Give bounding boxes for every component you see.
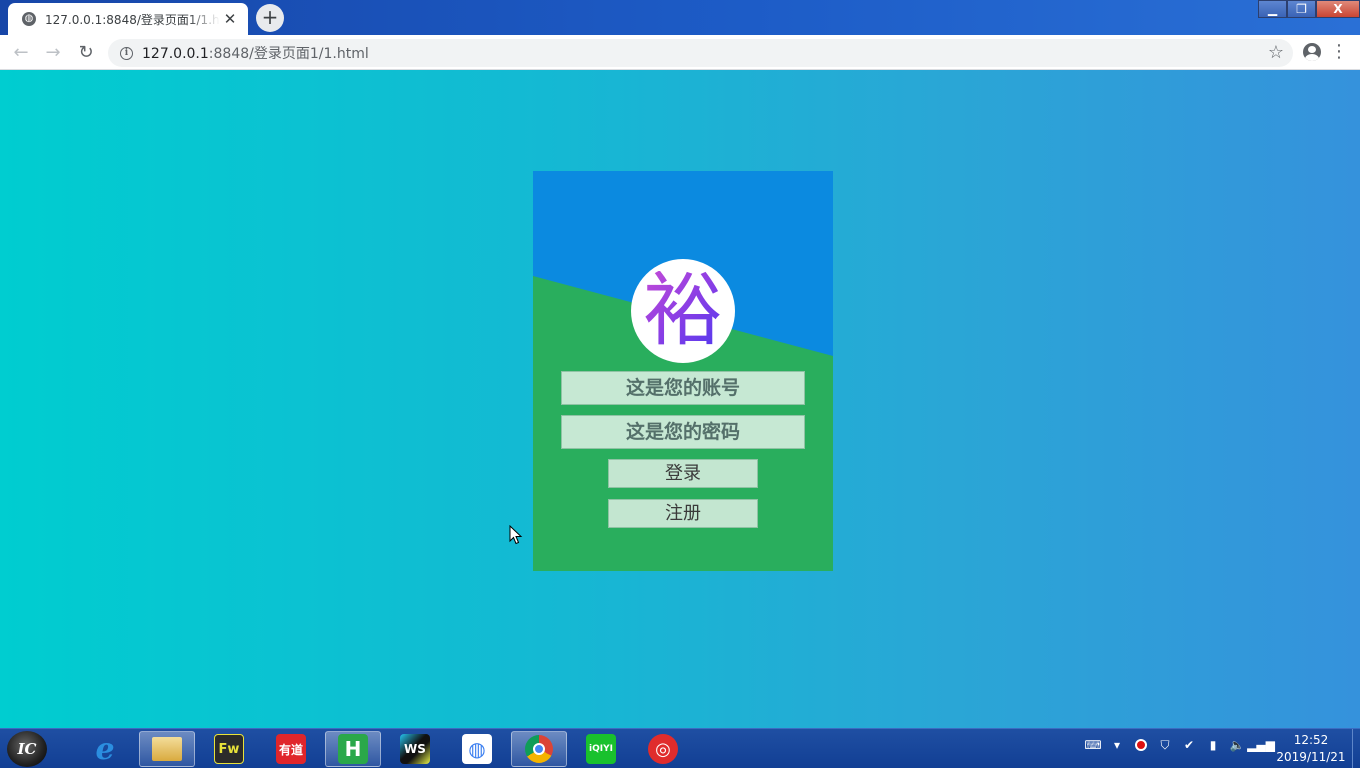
taskbar-app-youdao[interactable]: 有道: [263, 731, 319, 767]
youdao-icon: 有道: [276, 734, 306, 764]
tab-title: 127.0.0.1:8848/登录页面1/1.html: [45, 12, 220, 27]
login-card: 裕 这是您的账号 这是您的密码 登录 注册: [533, 171, 833, 571]
account-icon[interactable]: [1303, 43, 1321, 61]
browser-tab-strip: ◍ 127.0.0.1:8848/登录页面1/1.html ✕ + ▁ ❐ X: [0, 0, 1360, 35]
url-text[interactable]: 127.0.0.1:8848/登录页面1/1.html: [142, 43, 369, 63]
show-desktop-button[interactable]: [1352, 729, 1360, 768]
url-path: :8848/登录页面1/1.html: [208, 46, 369, 62]
avatar-character: 裕: [643, 264, 723, 357]
hbuilder-icon: H: [338, 734, 368, 764]
clock-date: 2019/11/21: [1276, 750, 1346, 764]
baidu-netdisk-icon: ◍: [462, 734, 492, 764]
browser-tab[interactable]: ◍ 127.0.0.1:8848/登录页面1/1.html ✕: [8, 3, 248, 35]
taskbar-app-iqiyi[interactable]: iQIYI: [573, 731, 629, 767]
taskbar: IC e Fw 有道 H WS ◍ iQIYI ◎ ⌨ ▾ ⛉ ✔ ▮ 🔈 ▂▄…: [0, 728, 1360, 768]
login-button[interactable]: 登录: [608, 459, 758, 488]
usb-device-icon[interactable]: ▮: [1205, 737, 1221, 753]
keyboard-icon[interactable]: ⌨: [1084, 737, 1101, 753]
network-check-icon[interactable]: ✔: [1181, 737, 1197, 753]
webstorm-icon: WS: [400, 734, 430, 764]
forward-arrow-icon[interactable]: →: [40, 40, 66, 66]
taskbar-app-file-explorer[interactable]: [139, 731, 195, 767]
internet-explorer-icon: e: [95, 731, 115, 767]
url-host: 127.0.0.1: [142, 46, 209, 62]
taskbar-clock[interactable]: 12:52 2019/11/21: [1276, 732, 1346, 766]
taskbar-app-hbuilder[interactable]: H: [325, 731, 381, 767]
signal-icon[interactable]: ▂▄▆: [1247, 737, 1275, 753]
back-arrow-icon[interactable]: ←: [8, 40, 34, 66]
folder-icon: [152, 737, 182, 761]
start-button[interactable]: IC: [7, 731, 47, 767]
netease-music-icon: ◎: [648, 734, 678, 764]
input-method-icon[interactable]: ▾: [1109, 737, 1125, 753]
close-window-button[interactable]: X: [1316, 0, 1360, 18]
address-bar[interactable]: i 127.0.0.1:8848/登录页面1/1.html: [108, 39, 1293, 67]
maximize-button[interactable]: ❐: [1287, 0, 1316, 18]
minimize-button[interactable]: ▁: [1258, 0, 1287, 18]
mouse-cursor-icon: [509, 525, 523, 545]
new-tab-button[interactable]: +: [256, 4, 284, 32]
taskbar-app-netease-music[interactable]: ◎: [635, 731, 691, 767]
clock-time: 12:52: [1293, 733, 1329, 747]
system-tray: ⌨ ▾ ⛉ ✔ ▮ 🔈 ▂▄▆: [1084, 737, 1275, 753]
record-icon[interactable]: [1133, 737, 1149, 753]
avatar: 裕: [631, 259, 735, 363]
account-field[interactable]: 这是您的账号: [561, 371, 805, 405]
chrome-icon: [525, 735, 553, 763]
close-tab-icon[interactable]: ✕: [222, 10, 238, 28]
globe-icon: ◍: [22, 12, 36, 26]
password-field[interactable]: 这是您的密码: [561, 415, 805, 449]
fireworks-icon: Fw: [214, 734, 244, 764]
taskbar-app-internet-explorer[interactable]: e: [77, 731, 133, 767]
reload-icon[interactable]: ↻: [73, 40, 99, 66]
security-shield-icon[interactable]: ⛉: [1157, 737, 1173, 753]
page-viewport: 裕 这是您的账号 这是您的密码 登录 注册: [0, 70, 1360, 728]
info-icon[interactable]: i: [120, 46, 133, 60]
taskbar-app-fireworks[interactable]: Fw: [201, 731, 257, 767]
taskbar-app-baidu-netdisk[interactable]: ◍: [449, 731, 505, 767]
taskbar-app-chrome[interactable]: [511, 731, 567, 767]
bookmark-star-icon[interactable]: ☆: [1268, 42, 1284, 63]
window-controls: ▁ ❐ X: [1258, 0, 1360, 18]
volume-icon[interactable]: 🔈: [1229, 737, 1245, 753]
taskbar-app-webstorm[interactable]: WS: [387, 731, 443, 767]
menu-icon[interactable]: ⋮: [1330, 41, 1348, 63]
iqiyi-icon: iQIYI: [586, 734, 616, 764]
register-button[interactable]: 注册: [608, 499, 758, 528]
browser-toolbar: ← → ↻ i 127.0.0.1:8848/登录页面1/1.html ☆ ⋮: [0, 35, 1360, 70]
